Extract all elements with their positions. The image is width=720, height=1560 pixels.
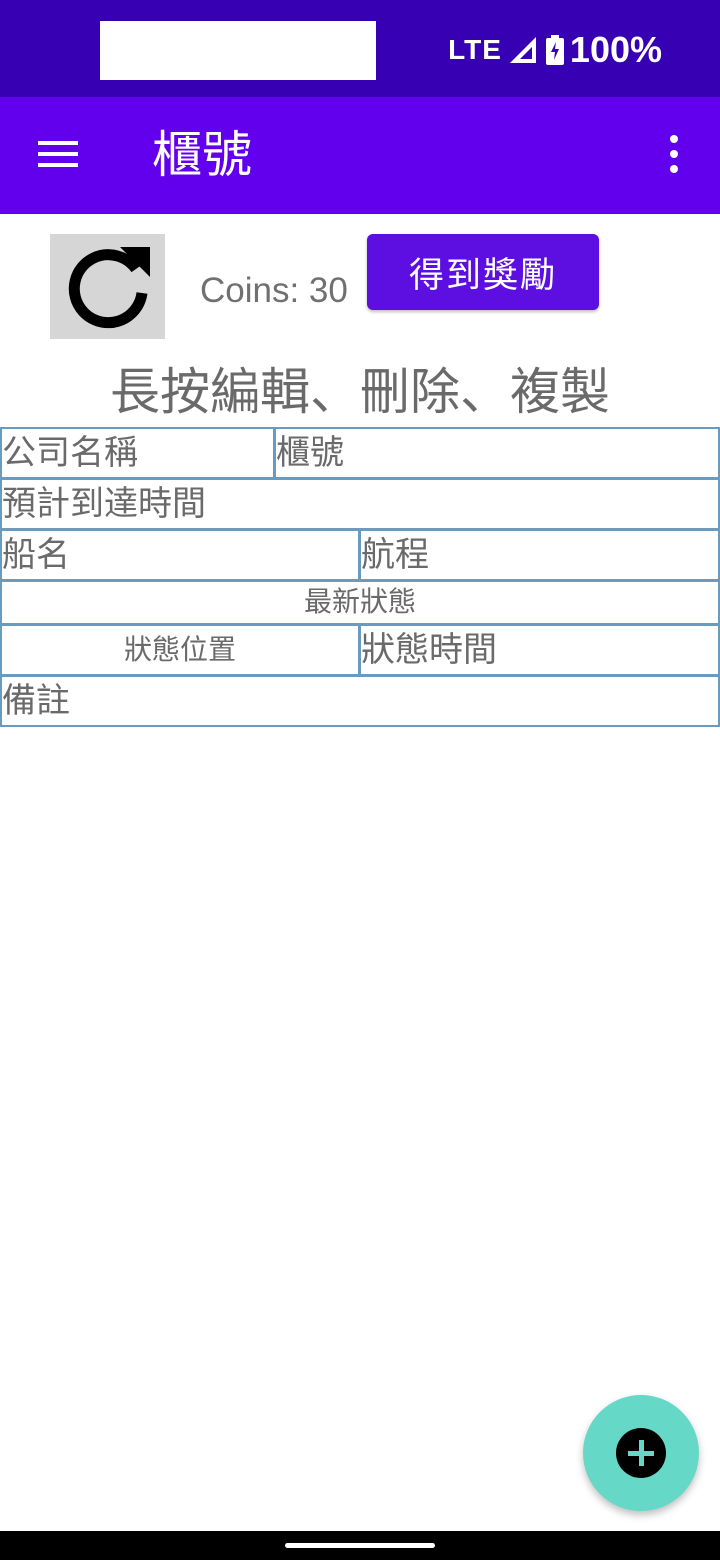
status-redacted-area — [100, 21, 376, 80]
get-reward-button[interactable]: 得到獎勵 — [367, 234, 599, 310]
app-bar: 櫃號 — [0, 97, 720, 214]
ship-name-cell: 船名 — [0, 529, 360, 581]
add-fab-button[interactable] — [583, 1395, 699, 1511]
status-time-cell: 狀態時間 — [359, 624, 720, 676]
company-name-cell: 公司名稱 — [0, 427, 275, 479]
refresh-button[interactable] — [50, 234, 165, 339]
table-row: 預計到達時間 — [0, 478, 720, 530]
table-row: 備註 — [0, 675, 720, 727]
signal-icon — [509, 37, 536, 63]
table-row: 船名 航程 — [0, 529, 720, 581]
hint-text: 長按編輯、刪除、複製 — [110, 363, 610, 421]
eta-cell: 預計到達時間 — [0, 478, 720, 530]
coins-label: Coins: 30 — [200, 271, 348, 310]
latest-status-cell: 最新狀態 — [0, 580, 720, 625]
add-icon — [616, 1428, 666, 1478]
status-bar: LTE 100% — [0, 0, 720, 97]
container-info-table[interactable]: 公司名稱 櫃號 預計到達時間 船名 航程 最新狀態 狀態位置 狀態時間 備註 — [0, 427, 720, 727]
remarks-cell: 備註 — [0, 675, 720, 727]
voyage-cell: 航程 — [359, 529, 720, 581]
battery-percentage: 100% — [569, 29, 662, 70]
table-row: 公司名稱 櫃號 — [0, 427, 720, 479]
battery-charging-icon — [545, 35, 564, 65]
more-vert-icon[interactable] — [666, 135, 682, 175]
container-no-cell: 櫃號 — [274, 427, 720, 479]
status-location-cell: 狀態位置 — [0, 624, 360, 676]
refresh-icon — [68, 247, 150, 329]
home-gesture-handle[interactable] — [285, 1543, 435, 1548]
table-row: 最新狀態 — [0, 580, 720, 625]
table-row: 狀態位置 狀態時間 — [0, 624, 720, 676]
page-title: 櫃號 — [152, 126, 252, 184]
navigation-bar — [0, 1531, 720, 1560]
network-type: LTE — [448, 34, 502, 65]
status-indicators: LTE 100% — [448, 28, 662, 72]
hamburger-menu-icon[interactable] — [38, 137, 78, 171]
